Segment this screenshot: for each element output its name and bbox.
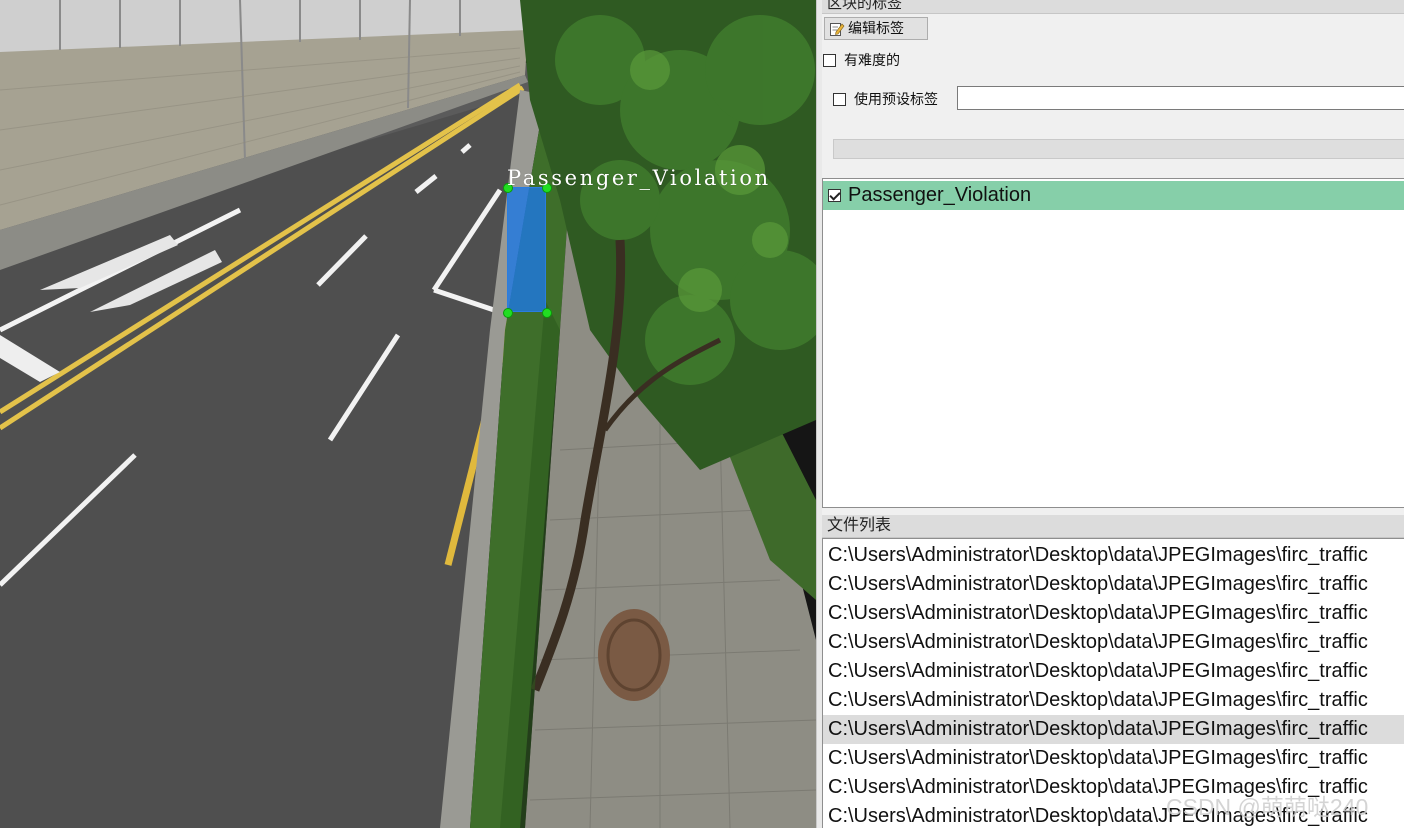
file-list-item[interactable]: C:\Users\Administrator\Desktop\data\JPEG… xyxy=(823,802,1404,828)
file-list-item[interactable]: C:\Users\Administrator\Desktop\data\JPEG… xyxy=(823,570,1404,599)
labels-dock-title: 区块的标签 xyxy=(822,0,1404,14)
edit-label-button-text: 编辑标签 xyxy=(848,20,904,36)
label-list-item[interactable]: Passenger_Violation xyxy=(823,181,1404,210)
file-list-item[interactable]: C:\Users\Administrator\Desktop\data\JPEG… xyxy=(823,657,1404,686)
label-combo-box[interactable] xyxy=(833,139,1404,159)
file-list-item-selected[interactable]: C:\Users\Administrator\Desktop\data\JPEG… xyxy=(823,715,1404,744)
use-default-label-checkbox[interactable]: 使用预设标签 xyxy=(833,89,938,109)
file-list-item[interactable]: C:\Users\Administrator\Desktop\data\JPEG… xyxy=(823,628,1404,657)
use-default-label-checkbox-box[interactable] xyxy=(833,92,846,106)
file-list-item[interactable]: C:\Users\Administrator\Desktop\data\JPEG… xyxy=(823,541,1404,570)
default-label-input[interactable] xyxy=(957,86,1404,110)
right-dock: 区块的标签 编辑标签 有难度的 使用预设标签 Passenger_Violati… xyxy=(822,0,1404,828)
difficult-checkbox-box[interactable] xyxy=(823,53,836,67)
bbox-handle-bottom-left[interactable] xyxy=(503,308,513,318)
file-list-dock-title: 文件列表 xyxy=(822,515,1404,538)
file-list[interactable]: C:\Users\Administrator\Desktop\data\JPEG… xyxy=(822,538,1404,828)
difficult-checkbox[interactable]: 有难度的 xyxy=(823,50,900,70)
annotation-bounding-box[interactable] xyxy=(507,187,546,312)
bbox-class-label: Passenger_Violation xyxy=(507,166,771,190)
bbox-handle-bottom-right[interactable] xyxy=(542,308,552,318)
street-photo xyxy=(0,0,816,828)
edit-label-button[interactable]: 编辑标签 xyxy=(824,17,928,40)
image-canvas[interactable]: Passenger_Violation xyxy=(0,0,816,828)
file-list-item[interactable]: C:\Users\Administrator\Desktop\data\JPEG… xyxy=(823,773,1404,802)
label-item-text: Passenger_Violation xyxy=(848,184,1032,206)
use-default-label-text: 使用预设标签 xyxy=(854,91,938,107)
edit-icon xyxy=(830,22,845,36)
file-list-item[interactable]: C:\Users\Administrator\Desktop\data\JPEG… xyxy=(823,686,1404,715)
file-list-item[interactable]: C:\Users\Administrator\Desktop\data\JPEG… xyxy=(823,599,1404,628)
label-item-checkbox[interactable] xyxy=(828,189,841,202)
file-list-item[interactable]: C:\Users\Administrator\Desktop\data\JPEG… xyxy=(823,744,1404,773)
labels-list[interactable]: Passenger_Violation xyxy=(822,178,1404,508)
difficult-checkbox-label: 有难度的 xyxy=(844,52,900,68)
